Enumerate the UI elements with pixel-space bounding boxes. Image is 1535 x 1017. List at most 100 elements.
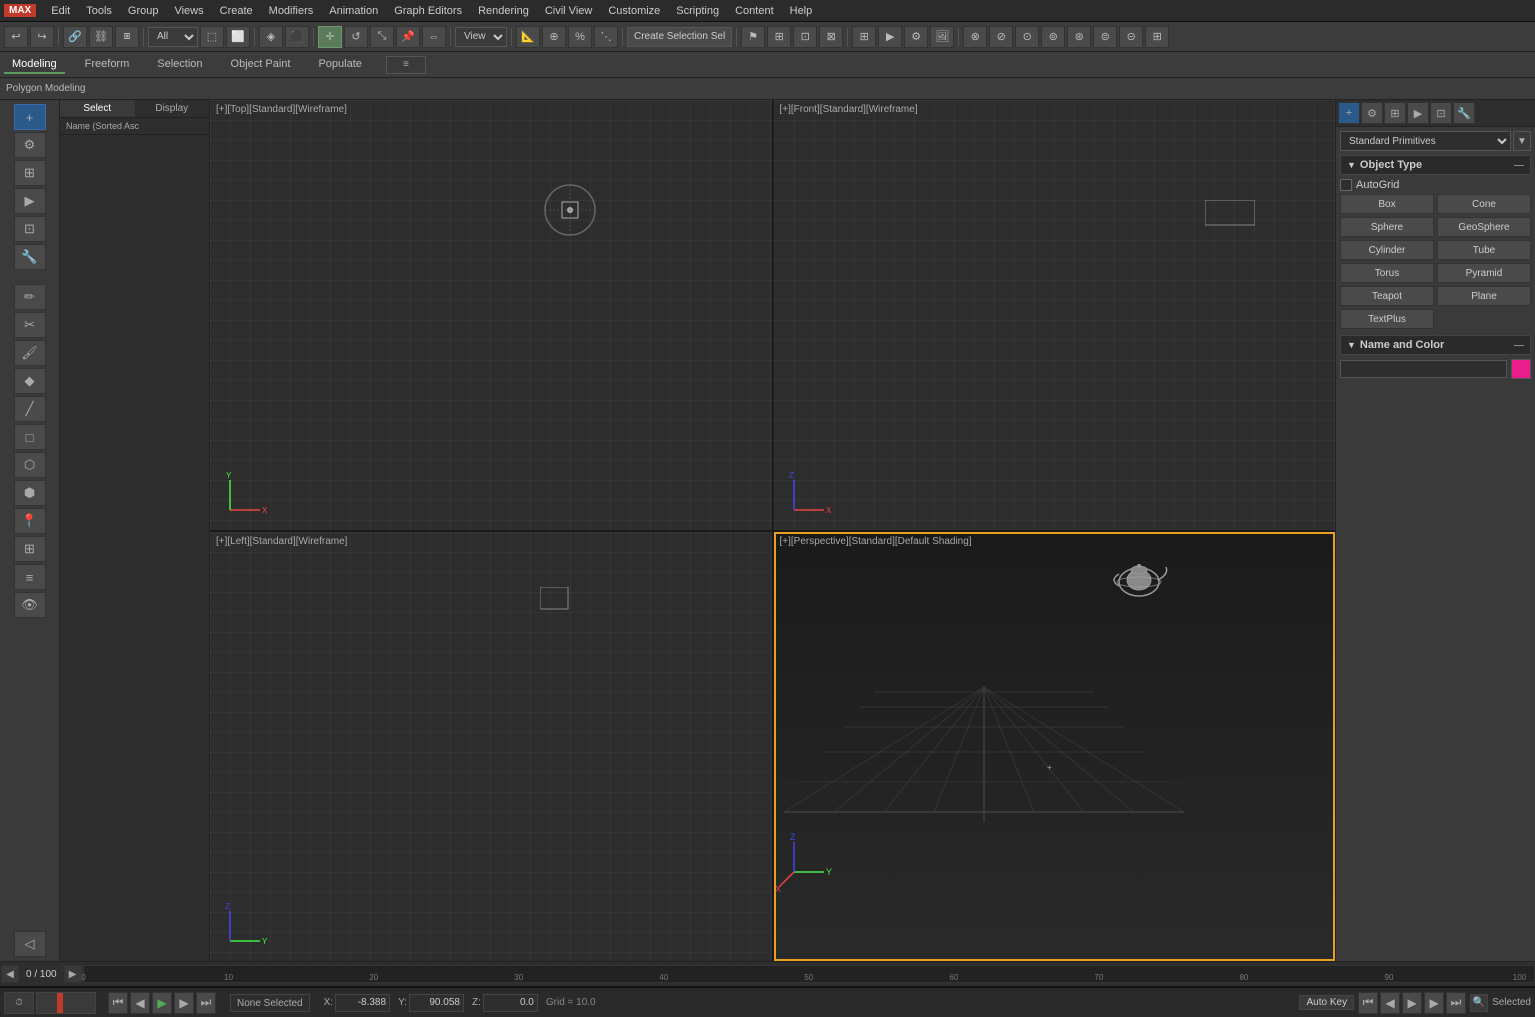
next-frame-btn[interactable]: ▶ <box>174 992 194 1014</box>
rp-utils-icon[interactable]: 🔧 <box>1453 102 1475 124</box>
scale-button[interactable]: ⤡ <box>370 26 394 48</box>
sidebar-modify-icon[interactable]: ⚙ <box>14 132 46 158</box>
obj-btn-box[interactable]: Box <box>1340 194 1434 214</box>
obj-btn-pyramid[interactable]: Pyramid <box>1437 263 1531 283</box>
sidebar-hierarchy-icon[interactable]: ⊞ <box>14 160 46 186</box>
sidebar-layer-icon[interactable]: ≡ <box>14 564 46 590</box>
menu-scripting[interactable]: Scripting <box>669 3 726 19</box>
anim-next-btn[interactable]: ⏭ <box>1446 992 1466 1014</box>
extra-btn-1[interactable]: ⊗ <box>963 26 987 48</box>
coord-y-input[interactable] <box>409 994 464 1012</box>
mode-dropdown[interactable]: All <box>148 27 198 47</box>
sidebar-snap-icon[interactable]: 📍 <box>14 508 46 534</box>
menu-customize[interactable]: Customize <box>601 3 667 19</box>
prev-frame-btn[interactable]: ◀ <box>130 992 150 1014</box>
autogrid-checkbox[interactable] <box>1340 179 1352 191</box>
color-swatch[interactable] <box>1511 359 1531 379</box>
rp-motion-icon[interactable]: ▶ <box>1407 102 1429 124</box>
redo-button[interactable]: ↪ <box>30 26 54 48</box>
keytime-area[interactable] <box>36 992 96 1014</box>
extra-btn-7[interactable]: ⊝ <box>1119 26 1143 48</box>
extra-btn-2[interactable]: ⊘ <box>989 26 1013 48</box>
coord-x-input[interactable] <box>335 994 390 1012</box>
viewport-front[interactable]: [+][Front][Standard][Wireframe] X Z <box>774 100 1336 530</box>
play-next-btn[interactable]: ⏭ <box>196 992 216 1014</box>
sidebar-edge-icon[interactable]: ╱ <box>14 396 46 422</box>
scene-tab-display[interactable]: Display <box>135 100 210 117</box>
name-color-minimize[interactable]: — <box>1514 340 1524 351</box>
menu-views[interactable]: Views <box>167 3 210 19</box>
percent-snap-button[interactable]: % <box>568 26 592 48</box>
menu-graph-editors[interactable]: Graph Editors <box>387 3 469 19</box>
extra-btn-4[interactable]: ⊚ <box>1041 26 1065 48</box>
rp-modify-icon[interactable]: ⚙ <box>1361 102 1383 124</box>
auto-key-badge[interactable]: Auto Key <box>1299 995 1354 1010</box>
place-button[interactable]: 📌 <box>396 26 420 48</box>
sidebar-pen-icon[interactable]: ✏ <box>14 284 46 310</box>
select-move-button[interactable]: ✛ <box>318 26 342 48</box>
play-btn[interactable]: ▶ <box>152 992 172 1014</box>
obj-btn-torus[interactable]: Torus <box>1340 263 1434 283</box>
scene-tab-select[interactable]: Select <box>60 100 135 117</box>
render-setup-button[interactable]: ⚙ <box>904 26 928 48</box>
tab-object-paint[interactable]: Object Paint <box>223 56 299 74</box>
schematic-button[interactable]: ⊡ <box>793 26 817 48</box>
extra-btn-8[interactable]: ⊞ <box>1145 26 1169 48</box>
obj-btn-plane[interactable]: Plane <box>1437 286 1531 306</box>
sidebar-paint-icon[interactable]: 🖌 <box>14 340 46 366</box>
primitive-type-dropdown[interactable]: Standard Primitives <box>1340 131 1511 151</box>
timeline-next-btn[interactable]: ▶ <box>64 965 82 983</box>
sidebar-vertex-icon[interactable]: ◆ <box>14 368 46 394</box>
sidebar-element-icon[interactable]: ⬢ <box>14 480 46 506</box>
sidebar-display-icon[interactable]: ⊡ <box>14 216 46 242</box>
tab-selection[interactable]: Selection <box>149 56 210 74</box>
name-color-header[interactable]: ▼ Name and Color — <box>1340 335 1531 355</box>
angle-snap-button[interactable]: ⊕ <box>542 26 566 48</box>
object-type-header[interactable]: ▼ Object Type — <box>1340 155 1531 175</box>
viewport-left[interactable]: [+][Left][Standard][Wireframe] Y Z <box>210 532 772 962</box>
viewport-top[interactable]: [+][Top][Standard][Wireframe] X Y <box>210 100 772 530</box>
primitive-dropdown-arrow[interactable]: ▼ <box>1513 131 1531 151</box>
obj-btn-cylinder[interactable]: Cylinder <box>1340 240 1434 260</box>
link-button[interactable]: 🔗 <box>63 26 87 48</box>
layers-button[interactable]: ⊞ <box>767 26 791 48</box>
rotate-button[interactable]: ↺ <box>344 26 368 48</box>
obj-btn-teapot[interactable]: Teapot <box>1340 286 1434 306</box>
obj-btn-geosphere[interactable]: GeoSphere <box>1437 217 1531 237</box>
timeline-prev-btn[interactable]: ◀ <box>1 965 19 983</box>
create-selection-button[interactable]: Create Selection Sel <box>627 27 732 47</box>
menu-rendering[interactable]: Rendering <box>471 3 536 19</box>
rp-create-icon[interactable]: + <box>1338 102 1360 124</box>
obj-btn-tube[interactable]: Tube <box>1437 240 1531 260</box>
sidebar-poly-icon[interactable]: ⬡ <box>14 452 46 478</box>
tab-populate[interactable]: Populate <box>310 56 369 74</box>
obj-btn-textplus[interactable]: TextPlus <box>1340 309 1434 329</box>
play-prev-btn[interactable]: ⏮ <box>108 992 128 1014</box>
spinner-snap-button[interactable]: ⋱ <box>594 26 618 48</box>
menu-animation[interactable]: Animation <box>322 3 385 19</box>
sidebar-utilities-icon[interactable]: 🔧 <box>14 244 46 270</box>
rp-hierarchy-icon[interactable]: ⊞ <box>1384 102 1406 124</box>
sidebar-grid-icon[interactable]: ⊞ <box>14 536 46 562</box>
select-object-button[interactable]: ⬚ <box>200 26 224 48</box>
snap-toggle-button[interactable]: 📐 <box>516 26 540 48</box>
select-all-button[interactable]: ⬛ <box>285 26 309 48</box>
tab-modeling[interactable]: Modeling <box>4 56 65 74</box>
mirror-button[interactable]: ⇔ <box>422 26 446 48</box>
render-button[interactable]: ⊞ <box>852 26 876 48</box>
key-time-button[interactable]: ⏱ <box>4 992 34 1014</box>
unlink-button[interactable]: ⛓ <box>89 26 113 48</box>
material-editor-button[interactable]: ⊠ <box>819 26 843 48</box>
object-type-minimize[interactable]: — <box>1514 160 1524 171</box>
menu-help[interactable]: Help <box>783 3 820 19</box>
anim-prev-btn[interactable]: ⏮ <box>1358 992 1378 1014</box>
menu-content[interactable]: Content <box>728 3 781 19</box>
select-filter-button[interactable]: ◈ <box>259 26 283 48</box>
sidebar-motion-icon[interactable]: ▶ <box>14 188 46 214</box>
sidebar-create-icon[interactable]: + <box>14 104 46 130</box>
menu-modifiers[interactable]: Modifiers <box>262 3 321 19</box>
menu-create[interactable]: Create <box>213 3 260 19</box>
anim-next-frame-btn[interactable]: ▶ <box>1424 992 1444 1014</box>
extra-btn-6[interactable]: ⊜ <box>1093 26 1117 48</box>
tab-expand-button[interactable]: ≡ <box>386 56 426 74</box>
